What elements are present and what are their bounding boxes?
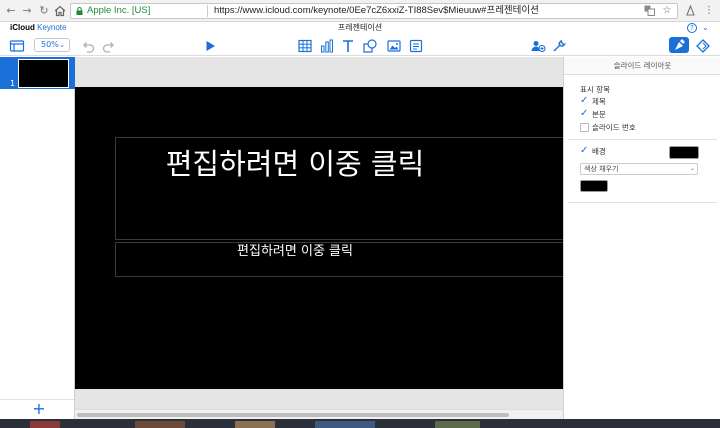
home-icon[interactable] <box>53 4 67 18</box>
divider <box>568 139 717 140</box>
play-icon[interactable] <box>202 38 218 54</box>
translate-icon[interactable] <box>643 5 655 17</box>
taskbar-thumbnail <box>235 421 275 428</box>
slide-thumbnail[interactable] <box>18 59 69 88</box>
url-text: https://www.icloud.com/keynote/0Ee7cZ6xx… <box>214 5 539 16</box>
slide-number: 1 <box>10 79 16 88</box>
taskbar-thumbnail <box>435 421 480 428</box>
lock-icon <box>76 7 83 15</box>
taskbar-strip <box>75 419 720 428</box>
zoom-select[interactable]: 50% ⌄ <box>34 38 70 52</box>
horizontal-scrollbar[interactable] <box>75 409 563 419</box>
secure-site-label: Apple Inc. [US] <box>87 5 151 16</box>
title-option-label: 제목 <box>592 97 606 106</box>
chevron-down-icon: ⌄ <box>59 41 65 49</box>
bookmark-star-icon[interactable]: ☆ <box>661 5 673 17</box>
animate-icon[interactable] <box>695 38 711 54</box>
help-icon[interactable]: ? <box>687 23 697 33</box>
fill-color-swatch[interactable] <box>580 180 608 192</box>
slide-body-text[interactable]: 편집하려면 이중 클릭 <box>75 242 515 262</box>
fill-type-select[interactable]: 색상 채우기 ⌄ <box>580 163 698 175</box>
shape-icon[interactable] <box>362 38 378 54</box>
slide-number-checkbox[interactable] <box>580 123 589 132</box>
add-slide-bar: + <box>0 399 74 419</box>
checkmark-icon: ✓ <box>580 145 589 156</box>
text-icon[interactable] <box>340 38 356 54</box>
browser-toolbar: ← → ↻ Apple Inc. [US] https://www.icloud… <box>0 0 720 22</box>
comment-icon[interactable] <box>408 38 424 54</box>
checkmark-icon: ✓ <box>580 108 589 119</box>
add-slide-button[interactable]: + <box>32 401 46 417</box>
taskbar-strip-left <box>0 419 75 428</box>
tab-slide-layout[interactable]: 슬라이드 레이아웃 <box>564 57 720 75</box>
extension-icon[interactable] <box>683 4 697 18</box>
collaborate-icon[interactable] <box>530 38 546 54</box>
address-bar[interactable]: Apple Inc. [US] https://www.icloud.com/k… <box>70 3 678 19</box>
tools-icon[interactable] <box>551 38 567 54</box>
body-option-label: 본문 <box>592 110 606 119</box>
redo-icon[interactable] <box>101 38 117 54</box>
forward-icon[interactable]: → <box>20 4 34 18</box>
format-brush-icon <box>675 39 685 50</box>
media-icon[interactable] <box>386 38 402 54</box>
chart-icon[interactable] <box>319 38 335 54</box>
scrollbar-thumb[interactable] <box>77 413 509 417</box>
format-brush-button[interactable] <box>669 37 689 53</box>
menu-icon[interactable]: ⋮ <box>702 4 716 18</box>
back-icon[interactable]: ← <box>4 4 18 18</box>
background-label: 배경 <box>592 147 606 156</box>
taskbar-thumbnail <box>135 421 185 428</box>
background-checkbox[interactable]: ✓ <box>580 145 589 156</box>
zoom-value: 50% <box>41 40 59 49</box>
show-items-label: 표시 항목 <box>580 85 610 94</box>
title-checkbox[interactable]: ✓ <box>580 95 589 106</box>
checkmark-icon: ✓ <box>580 95 589 106</box>
inspector-panel: 슬라이드 레이아웃 표시 항목 ✓ 제목 ✓ 본문 슬라이드 번호 ✓ 배경 색… <box>563 57 720 419</box>
chevron-down-icon: ⌄ <box>689 165 695 172</box>
chevron-down-icon[interactable]: ⌄ <box>702 22 709 33</box>
body-checkbox[interactable]: ✓ <box>580 108 589 119</box>
app-header: iCloud Keynote 프레젠테이션 ? ⌄ <box>0 22 720 35</box>
slide-view-icon[interactable] <box>9 38 25 54</box>
slide-thumbnail-item[interactable]: 1 <box>0 57 75 89</box>
toolbar: 50% ⌄ <box>0 35 720 56</box>
background-color-swatch[interactable] <box>669 146 699 159</box>
divider <box>568 202 717 203</box>
taskbar-thumbnail <box>30 421 60 428</box>
slide[interactable]: 편집하려면 이중 클릭 편집하려면 이중 클릭 <box>75 87 563 389</box>
fill-type-value: 색상 채우기 <box>584 165 619 173</box>
slide-title-text[interactable]: 편집하려면 이중 클릭 <box>75 147 515 181</box>
reload-icon[interactable]: ↻ <box>37 4 51 18</box>
table-icon[interactable] <box>297 38 313 54</box>
undo-icon[interactable] <box>80 38 96 54</box>
document-title[interactable]: 프레젠테이션 <box>0 23 720 33</box>
slide-number-option-label: 슬라이드 번호 <box>592 123 636 132</box>
slide-canvas: 편집하려면 이중 클릭 편집하려면 이중 클릭 <box>75 57 563 419</box>
url-separator <box>207 5 208 17</box>
taskbar-thumbnail <box>315 421 375 428</box>
slide-navigator: 1 + <box>0 57 75 428</box>
